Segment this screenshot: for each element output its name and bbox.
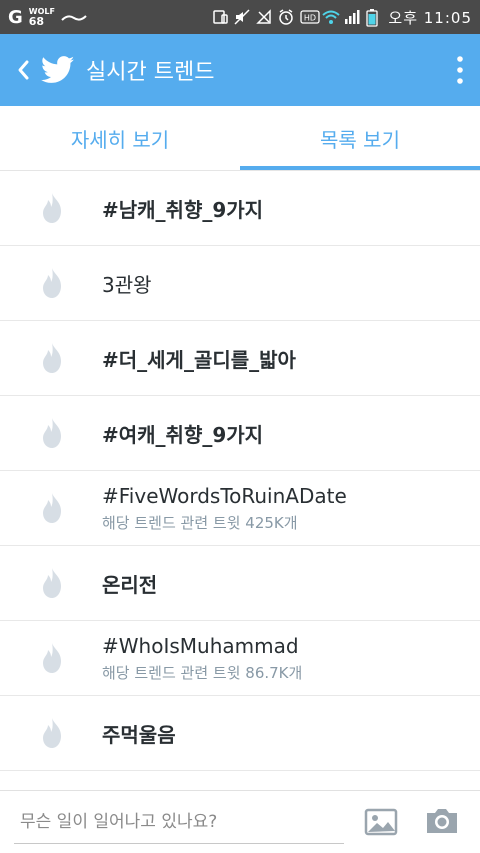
trend-name: #WhoIsMuhammad [102, 633, 299, 658]
flame-icon [32, 413, 72, 453]
flame-icon [32, 263, 72, 303]
status-bar-right: HD 오후 11:05 [212, 7, 472, 28]
compose-bar [0, 790, 480, 853]
trend-item[interactable]: 주먹울음 [0, 696, 480, 771]
wave-icon [61, 8, 87, 27]
flame-icon [32, 563, 72, 603]
tab-bar: 자세히 보기 목록 보기 [0, 106, 480, 171]
trend-name: 3관왕 [102, 272, 152, 297]
trend-item[interactable]: 3관왕 [0, 246, 480, 321]
status-bar-left: G WOLF 68 [8, 7, 87, 28]
trend-name: 주먹울음 [102, 722, 176, 747]
svg-text:HD: HD [304, 14, 316, 23]
trend-name: 온리전 [102, 572, 158, 597]
flame-icon [32, 488, 72, 528]
trend-texts: 3관왕 [102, 269, 152, 298]
page-title: 실시간 트렌드 [86, 60, 215, 85]
signal-icon [344, 9, 360, 25]
hd-icon: HD [300, 9, 321, 25]
trend-texts: 주먹울음 [102, 719, 176, 748]
camera-icon[interactable] [424, 805, 460, 837]
trend-item[interactable]: 온리전 [0, 546, 480, 621]
trend-item[interactable]: #여캐_취향_9가지 [0, 396, 480, 471]
trend-tweet-count: 해당 트렌드 관련 트윗 86.7K개 [102, 663, 303, 682]
back-arrow-icon[interactable] [10, 57, 36, 83]
flame-icon [32, 638, 72, 678]
trend-name: #남캐_취향_9가지 [102, 197, 264, 222]
trend-item[interactable]: #WhoIsMuhammad 해당 트렌드 관련 트윗 86.7K개 [0, 621, 480, 696]
trend-tweet-count: 해당 트렌드 관련 트윗 425K개 [102, 513, 298, 532]
trend-texts: #남캐_취향_9가지 [102, 194, 263, 223]
app-bar: 실시간 트렌드 [0, 34, 480, 106]
trend-texts: #여캐_취향_9가지 [102, 419, 263, 448]
trend-name: #FiveWordsToRuinADate [102, 483, 347, 508]
trend-item[interactable]: #남캐_취향_9가지 [0, 171, 480, 246]
flame-icon [32, 188, 72, 228]
no-signal-icon [256, 9, 272, 25]
trend-name: #더_세게_골디를_밟아 [102, 347, 296, 372]
compose-field [14, 800, 344, 844]
trend-item[interactable]: #FiveWordsToRuinADate 해당 트렌드 관련 트윗 425K개 [0, 471, 480, 546]
flame-icon [32, 338, 72, 378]
flame-icon [32, 713, 72, 753]
trend-name: #여캐_취향_9가지 [102, 422, 264, 447]
wifi-icon [322, 9, 341, 25]
photo-icon[interactable] [364, 807, 398, 837]
weather-widget: WOLF 68 [29, 7, 55, 27]
tab-list-view[interactable]: 목록 보기 [240, 106, 480, 170]
compose-input[interactable] [14, 811, 344, 832]
screen-icon [212, 9, 229, 25]
trend-texts: 온리전 [102, 569, 157, 598]
alarm-icon [278, 9, 294, 25]
trend-item[interactable]: #더_세게_골디를_밟아 [0, 321, 480, 396]
mute-icon [234, 9, 250, 25]
carrier-logo: G [8, 6, 23, 28]
temperature: 68 [28, 15, 45, 28]
trend-texts: #FiveWordsToRuinADate 해당 트렌드 관련 트윗 425K개 [102, 484, 347, 533]
twitter-bird-icon [38, 50, 78, 90]
trend-list: #남캐_취향_9가지 3관왕 #더_세게_골디를_밟아 #여캐_취향_9가지 #… [0, 171, 480, 771]
trend-texts: #더_세게_골디를_밟아 [102, 344, 296, 373]
status-bar: G WOLF 68 HD 오후 11:05 [0, 0, 480, 34]
clock: 오후 11:05 [388, 8, 472, 27]
overflow-menu-icon[interactable] [450, 52, 470, 88]
battery-icon [366, 9, 382, 27]
trend-texts: #WhoIsMuhammad 해당 트렌드 관련 트윗 86.7K개 [102, 634, 302, 683]
tab-detail-view[interactable]: 자세히 보기 [0, 106, 240, 170]
